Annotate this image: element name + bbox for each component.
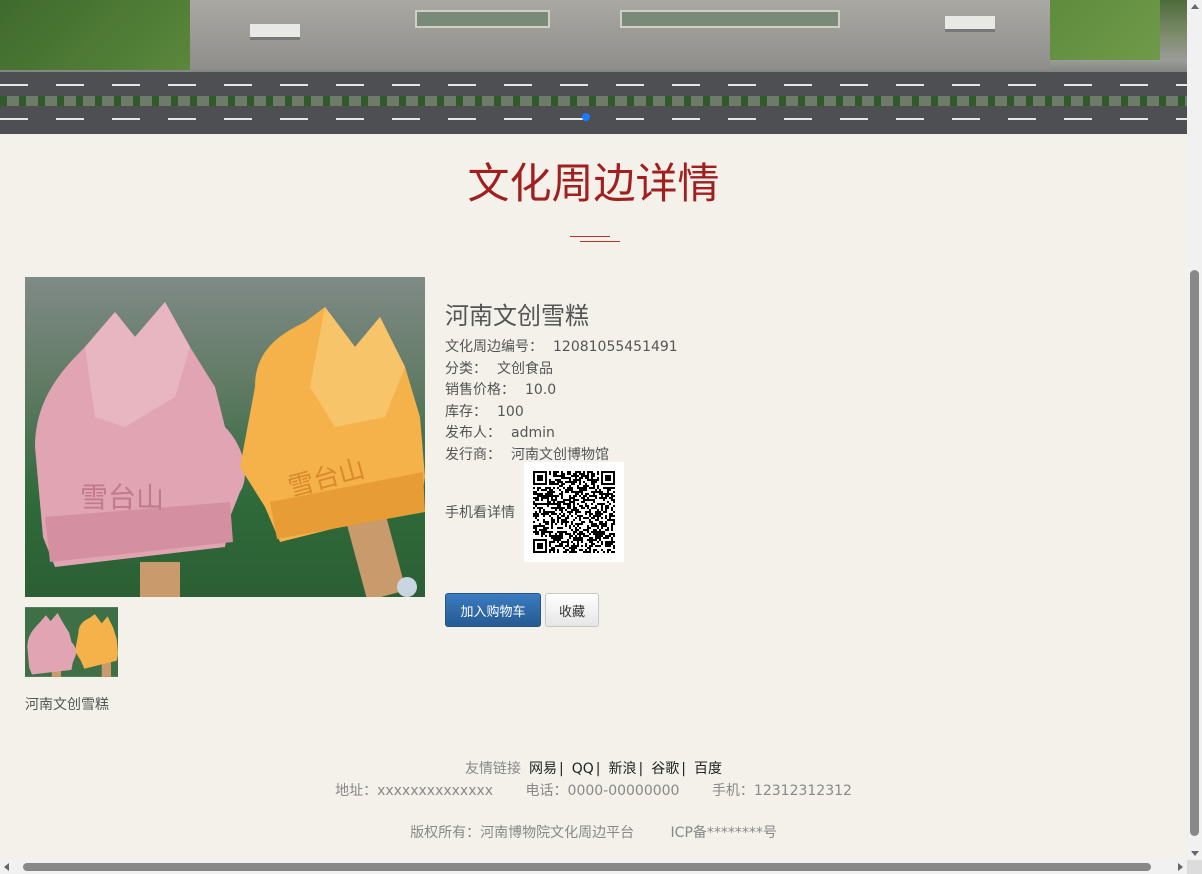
product-info: 河南文创雪糕 文化周边编号： 12081055451491 分类： 文创食品 销售价…	[445, 296, 678, 466]
banner-carousel[interactable]	[0, 0, 1187, 134]
qr-code-icon	[524, 462, 624, 562]
page-viewport: 文化周边详情 雪台山 雪台山 河南文创雪糕 河南文创雪糕 文化周边编号： 120…	[0, 0, 1187, 860]
field-publisher: 发布人： admin	[445, 425, 555, 441]
icp-text: ICP备********号	[670, 825, 777, 841]
field-category: 分类： 文创食品	[445, 360, 553, 377]
vertical-scrollbar[interactable]	[1187, 0, 1202, 860]
scroll-down-arrow-icon[interactable]	[1191, 851, 1199, 856]
link-qq[interactable]: QQ	[572, 761, 594, 777]
field-stock: 库存： 100	[445, 403, 524, 420]
phone-text: 电话：0000-00000000	[525, 783, 680, 799]
product-name: 河南文创雪糕	[445, 302, 589, 330]
address-text: 地址：xxxxxxxxxxxxxx	[335, 783, 494, 799]
footer: 友情链接 网易 | QQ | 新浪 | 谷歌 | 百度 地址：xxxxxxxxxxxxxx 电话：…	[0, 758, 1187, 844]
mobile-detail-label: 手机看详情	[445, 505, 515, 521]
link-baidu[interactable]: 百度	[694, 761, 722, 777]
favorite-button[interactable]: 收藏	[545, 593, 599, 627]
field-price: 销售价格： 10.0	[445, 382, 557, 398]
link-google[interactable]: 谷歌	[651, 761, 679, 777]
page-title: 文化周边详情	[467, 159, 720, 208]
title-divider	[570, 236, 620, 243]
carousel-indicator-dot[interactable]	[582, 113, 590, 121]
scroll-right-arrow-icon[interactable]	[1178, 863, 1183, 871]
horizontal-scroll-thumb[interactable]	[23, 863, 1151, 871]
product-main-image: 雪台山 雪台山	[25, 277, 425, 597]
link-wangyi[interactable]: 网易	[529, 761, 557, 777]
copyright-info: 版权所有：河南博物院文化周边平台 ICP备********号	[0, 822, 1187, 844]
add-to-cart-button[interactable]: 加入购物车	[445, 593, 541, 627]
mobile-detail-row: 手机看详情	[445, 462, 624, 562]
mobile-text: 手机：12312312312	[711, 783, 852, 799]
scroll-left-arrow-icon[interactable]	[4, 863, 9, 871]
field-id: 文化周边编号： 12081055451491	[445, 339, 678, 355]
friend-links-label: 友情链接	[465, 761, 522, 777]
horizontal-scrollbar[interactable]	[0, 860, 1187, 874]
scroll-up-arrow-icon[interactable]	[1191, 4, 1199, 9]
product-thumbnail[interactable]	[25, 607, 118, 677]
friend-links: 友情链接 网易 | QQ | 新浪 | 谷歌 | 百度	[465, 761, 722, 777]
svg-text:雪台山: 雪台山	[80, 481, 164, 514]
copyright-text: 版权所有：河南博物院文化周边平台	[410, 825, 635, 841]
vertical-scroll-thumb[interactable]	[1190, 270, 1199, 836]
contact-info: 地址：xxxxxxxxxxxxxx 电话：0000-00000000 手机：12…	[0, 780, 1187, 802]
link-xinlang[interactable]: 新浪	[609, 761, 637, 777]
thumbnail-caption: 河南文创雪糕	[25, 697, 109, 713]
